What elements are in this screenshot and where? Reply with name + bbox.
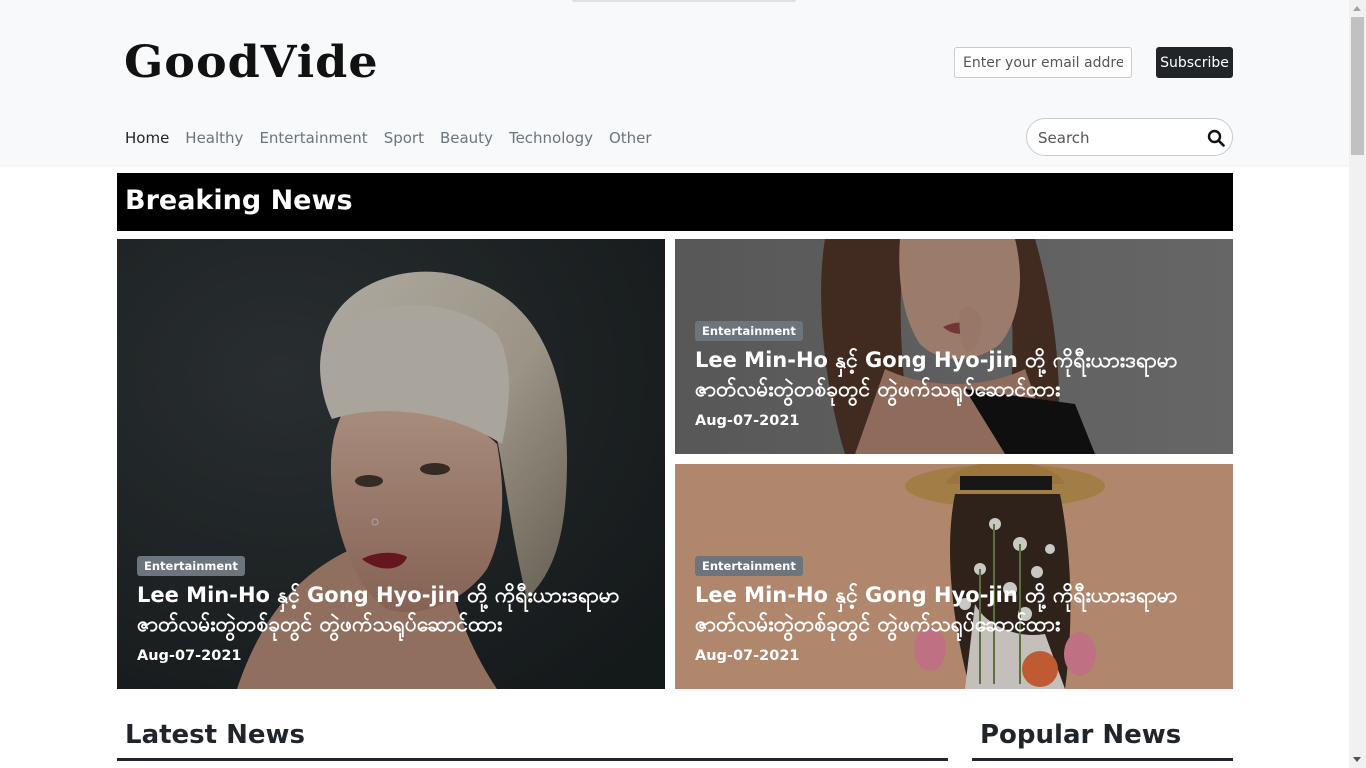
card-title[interactable]: Lee Min-Ho နှင့် Gong Hyo-jin တို့ ကိုရီ… <box>695 581 1213 639</box>
top-tab-indicator <box>572 0 796 2</box>
card-content: Entertainment Lee Min-Ho နှင့် Gong Hyo-… <box>695 555 1213 665</box>
search-box <box>1026 118 1233 156</box>
news-card-2[interactable]: Entertainment Lee Min-Ho နှင့် Gong Hyo-… <box>675 239 1233 454</box>
site-logo[interactable]: GoodVide <box>124 32 379 93</box>
card-date: Aug-07-2021 <box>695 413 800 429</box>
latest-news-title: Latest News <box>125 720 306 750</box>
nav-item-technology[interactable]: Technology <box>509 128 593 148</box>
site-header: GoodVide Subscribe Home Healthy Entertai… <box>0 0 1349 165</box>
nav-item-sport[interactable]: Sport <box>384 128 424 148</box>
email-input[interactable] <box>954 47 1132 78</box>
category-badge[interactable]: Entertainment <box>695 321 803 341</box>
popular-news-title: Popular News <box>980 720 1182 750</box>
nav-item-entertainment[interactable]: Entertainment <box>259 128 367 148</box>
category-badge[interactable]: Entertainment <box>695 556 803 576</box>
card-content: Entertainment Lee Min-Ho နှင့် Gong Hyo-… <box>695 320 1213 430</box>
news-card-featured[interactable]: Entertainment Lee Min-Ho နှင့် Gong Hyo-… <box>117 239 665 689</box>
card-title[interactable]: Lee Min-Ho နှင့် Gong Hyo-jin တို့ ကိုရီ… <box>695 346 1213 404</box>
scroll-down-icon[interactable] <box>1353 757 1361 762</box>
nav-item-other[interactable]: Other <box>609 128 652 148</box>
card-date: Aug-07-2021 <box>695 648 800 664</box>
latest-news-divider <box>117 758 948 761</box>
news-card-3[interactable]: Entertainment Lee Min-Ho နှင့် Gong Hyo-… <box>675 464 1233 689</box>
popular-news-divider <box>972 758 1233 761</box>
search-input[interactable] <box>1038 127 1198 148</box>
page-scrollbar[interactable] <box>1349 0 1366 768</box>
card-content: Entertainment Lee Min-Ho နှင့် Gong Hyo-… <box>137 555 645 665</box>
subscribe-button[interactable]: Subscribe <box>1156 47 1233 78</box>
nav-item-home[interactable]: Home <box>125 128 169 148</box>
nav-item-healthy[interactable]: Healthy <box>185 128 243 148</box>
nav-item-beauty[interactable]: Beauty <box>440 128 493 148</box>
scroll-up-icon[interactable] <box>1353 6 1361 11</box>
breaking-news-banner: Breaking News <box>117 173 1233 231</box>
search-icon[interactable] <box>1207 129 1225 147</box>
breaking-news-title: Breaking News <box>125 185 353 216</box>
category-badge[interactable]: Entertainment <box>137 556 245 576</box>
main-nav: Home Healthy Entertainment Sport Beauty … <box>125 128 652 148</box>
card-date: Aug-07-2021 <box>137 648 242 664</box>
scroll-thumb[interactable] <box>1351 17 1364 155</box>
card-title[interactable]: Lee Min-Ho နှင့် Gong Hyo-jin တို့ ကိုရီ… <box>137 581 645 639</box>
